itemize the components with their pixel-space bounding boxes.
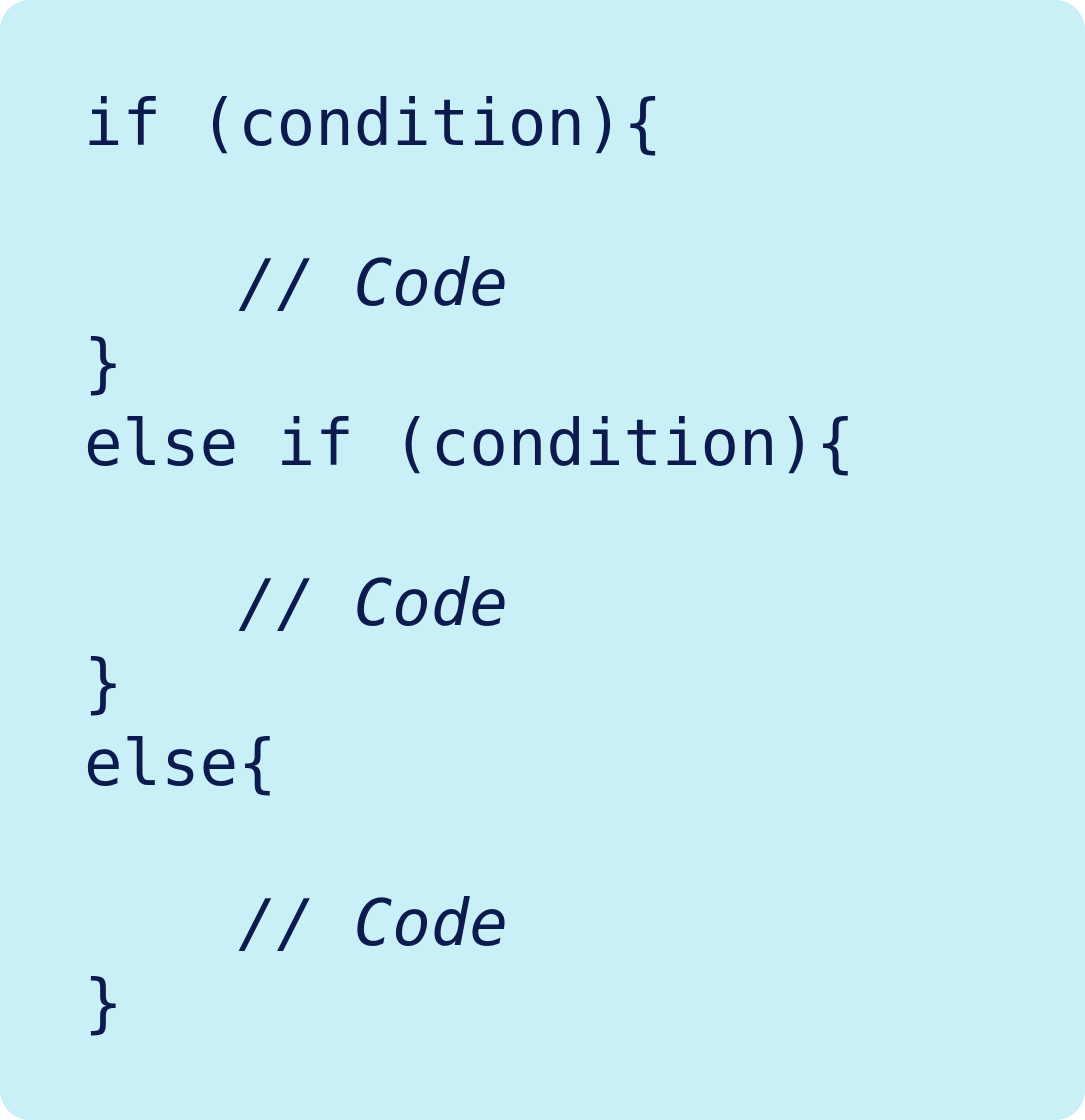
code-line-close-brace: } <box>84 647 123 721</box>
code-line-comment: // Code <box>84 247 508 321</box>
code-snippet-card: if (condition){ // Code } else if (condi… <box>0 0 1085 1120</box>
code-line-if: if (condition){ <box>84 87 662 161</box>
code-line-comment: // Code <box>84 567 508 641</box>
code-line-else-if: else if (condition){ <box>84 407 855 481</box>
code-line-else: else{ <box>84 727 277 801</box>
code-line-close-brace: } <box>84 967 123 1041</box>
code-line-comment: // Code <box>84 887 508 961</box>
code-line-close-brace: } <box>84 327 123 401</box>
